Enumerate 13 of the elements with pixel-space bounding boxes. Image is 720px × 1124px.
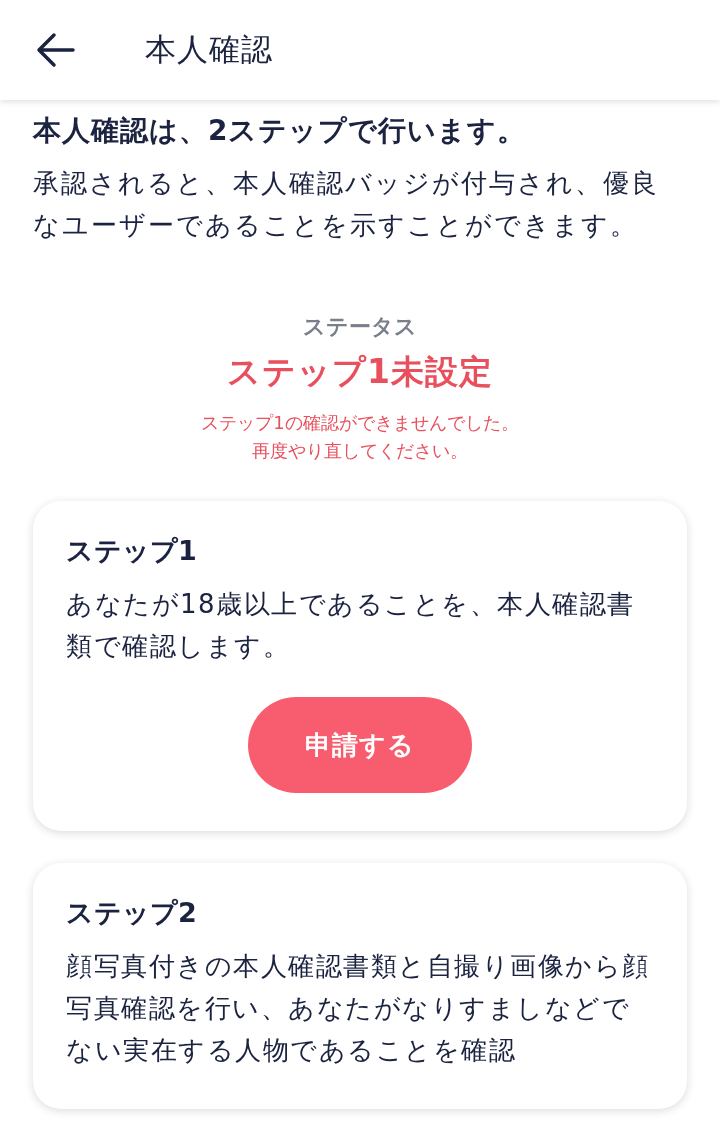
apply-button[interactable]: 申請する	[248, 697, 472, 793]
status-value: ステップ1未設定	[227, 351, 493, 393]
step-title: ステップ2	[66, 896, 198, 930]
step-description: 顔写真付きの本人確認書類と自撮り画像から顔写真確認を行い、あなたがなりすましなどでない実在する人物であることを確認	[66, 950, 651, 1067]
status-label: ステータス	[303, 313, 417, 341]
intro-heading: 本人確認は、2ステップで行います。	[33, 113, 528, 149]
step-description: あなたが18歳以上であることを、本人確認書類で確認します。	[66, 588, 636, 663]
error-message: ステップ1の確認ができませんでした。	[201, 411, 519, 435]
back-arrow-icon[interactable]	[35, 32, 75, 68]
step-title: ステップ1	[66, 534, 198, 568]
intro-text: 承認されると、本人確認バッジが付与され、優良なユーザーであることを示すことができます。	[33, 167, 660, 242]
page-title: 本人確認	[145, 30, 273, 69]
error-message: 再度やり直してください。	[251, 439, 469, 463]
